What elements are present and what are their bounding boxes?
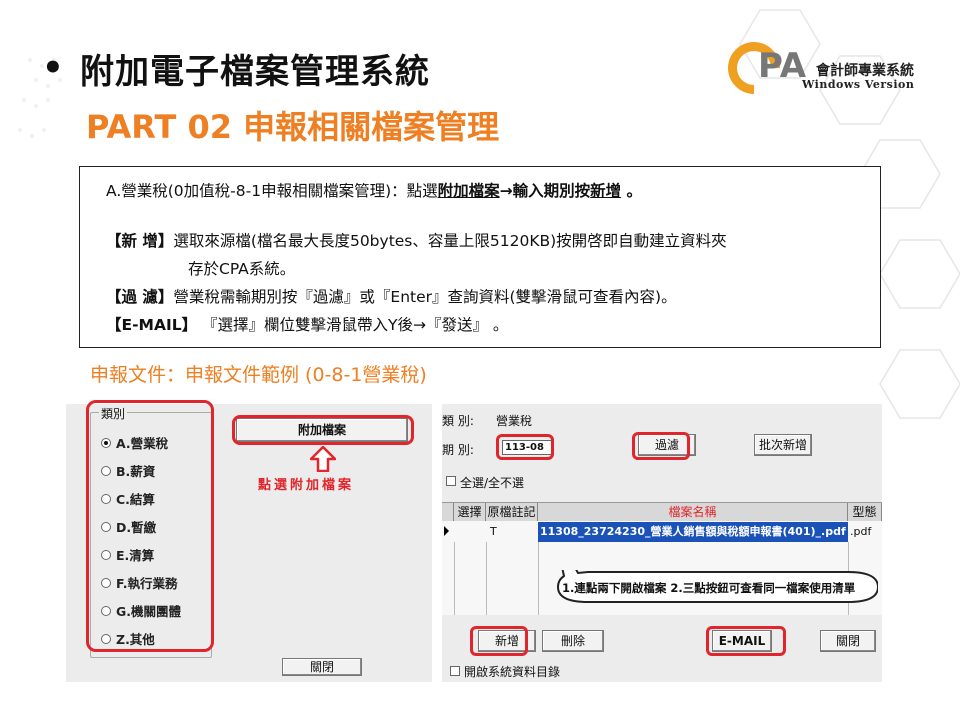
slide-subtitle: PART 02 申報相關檔案管理 <box>86 108 500 146</box>
cell-original-mark[interactable]: T <box>490 522 538 542</box>
instruction-email-text: 『選擇』欄位雙擊滑鼠帶入Y後→『發送』 。 <box>197 316 509 334</box>
grid-header-select[interactable]: 選擇 <box>454 503 486 521</box>
open-dir-label: 開啟系統資料目錄 <box>464 665 561 679</box>
period-highlight-frame <box>496 434 554 460</box>
logo-name-en: Windows Version <box>802 78 915 91</box>
close-button-left[interactable]: 關閉 <box>282 658 362 676</box>
instruction-new-tag: 【新 增】 <box>106 232 174 250</box>
instruction-a-link-attach: 附加檔案 <box>437 182 500 200</box>
instruction-email-tag: 【E-MAIL】 <box>106 316 198 334</box>
grid-col-line <box>454 542 455 615</box>
cell-type[interactable]: .pdf <box>850 522 882 542</box>
arrow-up-icon <box>310 446 336 472</box>
filter-highlight-frame <box>632 432 690 460</box>
example-caption: 申報文件：申報文件範例 (0-8-1營業稅) <box>90 364 427 386</box>
close-button-right[interactable]: 關閉 <box>820 630 876 652</box>
category-field-value: 營業稅 <box>496 414 533 428</box>
instruction-a-mid: →輸入期別按 <box>499 182 591 200</box>
instruction-filter-tag: 【過 濾】 <box>106 288 174 306</box>
logo-name-zh: 會計師專業系統 <box>816 63 914 79</box>
instruction-line-new: 【新 增】選取來源檔(檔名最大長度50bytes、容量上限5120KB)按開啓即… <box>106 229 727 251</box>
grid-header-type[interactable]: 型態 <box>848 503 882 521</box>
instruction-line-filter: 【過 濾】營業稅需輸期別按『過濾』或『Enter』查詢資料(雙擊滑鼠可查看內容)… <box>106 285 677 307</box>
instruction-box: A.營業稅(0加值稅-8-1申報相關檔案管理)：點選附加檔案→輸入期別按新增 。… <box>79 166 881 348</box>
delete-button[interactable]: 刪除 <box>542 630 604 652</box>
callout-text: 1.連點兩下開啟檔案 2.三點按鈕可查看同一檔案使用清單 <box>562 581 856 595</box>
category-field-label: 類 別: <box>442 414 474 428</box>
grid-header: 選擇 原檔註記 檔案名稱 型態 <box>442 503 882 521</box>
cpa-logo: PA 會計師專業系統 Windows Version <box>717 31 928 105</box>
add-highlight-frame <box>470 626 528 656</box>
select-all-label: 全選/全不選 <box>460 476 525 490</box>
table-row[interactable]: T 11308_23724230_營業人銷售額與稅額申報書(401)_.pdf … <box>442 522 882 542</box>
logo-letters: PA <box>758 46 807 86</box>
category-highlight-frame <box>86 400 214 652</box>
email-highlight-frame <box>706 626 786 656</box>
instruction-new-text: 選取來源檔(檔名最大長度50bytes、容量上限5120KB)按開啓即自動建立資… <box>173 232 727 250</box>
grid-col-line <box>486 542 487 615</box>
title-bullet: • <box>42 48 64 88</box>
grid-header-indicator <box>442 503 454 521</box>
instruction-a-link-add: 新增 <box>590 182 622 200</box>
cell-select[interactable] <box>454 522 486 542</box>
select-all-checkbox[interactable] <box>446 476 456 486</box>
grid-header-original[interactable]: 原檔註記 <box>486 503 538 521</box>
grid-header-filename[interactable]: 檔案名稱 <box>538 503 848 521</box>
slide-title: 附加電子檔案管理系統 <box>80 52 430 92</box>
row-pointer-icon <box>444 526 449 536</box>
instruction-line-new-cont: 存於CPA系統。 <box>188 260 296 278</box>
grid-col-line <box>538 542 539 615</box>
cell-file-name[interactable]: 11308_23724230_營業人銷售額與稅額申報書(401)_.pdf <box>538 522 848 542</box>
instruction-a-prefix: A.營業稅(0加值稅-8-1申報相關檔案管理)：點選 <box>106 182 438 200</box>
instruction-filter-text: 營業稅需輸期別按『過濾』或『Enter』查詢資料(雙擊滑鼠可查看內容)。 <box>173 288 677 306</box>
batch-add-button[interactable]: 批次新增 <box>754 434 812 456</box>
instruction-a-suffix: 。 <box>621 182 643 200</box>
instruction-line-email: 【E-MAIL】 『選擇』欄位雙擊滑鼠帶入Y後→『發送』 。 <box>106 313 508 335</box>
attach-highlight-frame <box>232 415 414 445</box>
instruction-line-a: A.營業稅(0加值稅-8-1申報相關檔案管理)：點選附加檔案→輸入期別按新增 。 <box>106 179 642 201</box>
click-hint-text: 點選附加檔案 <box>258 478 355 493</box>
open-dir-checkbox[interactable] <box>450 666 460 676</box>
period-field-label: 期 別: <box>442 443 474 457</box>
